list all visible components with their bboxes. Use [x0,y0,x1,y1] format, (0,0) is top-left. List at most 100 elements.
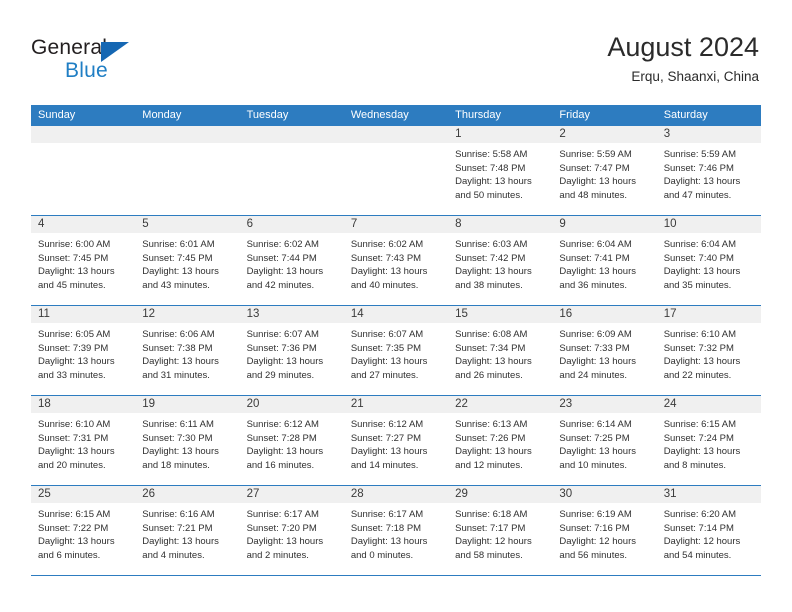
day-number-band [552,216,657,234]
daylight-text-line2: and 48 minutes. [559,189,628,201]
day-number: 17 [663,308,677,320]
daylight-text-line2: and 54 minutes. [663,549,732,561]
sunset-text: Sunset: 7:22 PM [38,522,109,534]
calendar-day-cell[interactable]: 16 Sunrise: 6:09 AM Sunset: 7:33 PM Dayligh… [552,306,657,395]
daylight-text-line1: Daylight: 13 hours [455,266,532,278]
sunset-text: Sunset: 7:20 PM [246,522,317,534]
calendar-day-cell[interactable]: 5 Sunrise: 6:01 AM Sunset: 7:45 PM Daylight… [135,216,240,305]
daylight-text-line2: and 33 minutes. [38,369,106,381]
daylight-text-line2: and 29 minutes. [246,369,315,381]
day-number-band [135,126,240,144]
calendar-week-row: 1 Sunrise: 5:58 AM Sunset: 7:48 PM Daylight… [31,126,761,216]
day-number: 9 [559,218,566,230]
calendar-day-cell[interactable]: 24 Sunrise: 6:15 AM Sunset: 7:24 PM Dayligh… [656,396,761,485]
calendar-week-row: 11 Sunrise: 6:05 AM Sunset: 7:39 PM Dayligh… [31,306,761,396]
day-number-band [343,126,449,144]
daylight-text-line1: Daylight: 13 hours [350,536,428,548]
day-details: Sunrise: 6:02 AM Sunset: 7:44 PM Daylight:… [240,234,344,292]
day-number: 22 [455,398,468,410]
daylight-text-line2: and 50 minutes. [455,189,523,201]
sunset-text: Sunset: 7:30 PM [142,432,213,444]
daylight-text-line1: Daylight: 13 hours [663,176,741,188]
logo-text-general: General [31,36,108,59]
daylight-text-line2: and 14 minutes. [350,459,419,471]
day-number: 6 [246,218,253,230]
day-number-band [448,216,553,234]
daylight-text-line1: Daylight: 13 hours [455,446,532,458]
day-number-band [552,126,657,144]
daylight-text-line1: Daylight: 13 hours [246,446,324,458]
weekday-header-saturday: Saturday [663,109,708,121]
day-details: Sunrise: 6:13 AM Sunset: 7:26 PM Daylight:… [448,414,552,472]
day-number: 27 [246,488,260,500]
calendar-day-cell[interactable]: 30 Sunrise: 6:19 AM Sunset: 7:16 PM Dayligh… [552,486,657,575]
calendar-day-cell[interactable]: 18 Sunrise: 6:10 AM Sunset: 7:31 PM Dayligh… [31,396,136,485]
day-details: Sunrise: 6:08 AM Sunset: 7:34 PM Daylight:… [448,324,552,382]
daylight-text-line2: and 4 minutes. [142,549,205,561]
title-block: August 2024 Erqu, Shaanxi, China [607,30,759,87]
calendar-day-cell[interactable]: 27 Sunrise: 6:17 AM Sunset: 7:20 PM Dayligh… [239,486,344,575]
calendar-day-cell[interactable]: 22 Sunrise: 6:13 AM Sunset: 7:26 PM Dayligh… [448,396,553,485]
day-details: Sunrise: 6:17 AM Sunset: 7:20 PM Daylight:… [240,504,344,562]
calendar-day-cell[interactable]: 10 Sunrise: 6:04 AM Sunset: 7:40 PM Dayligh… [656,216,761,305]
day-details: Sunrise: 6:00 AM Sunset: 7:45 PM Daylight:… [31,234,135,292]
calendar-day-cell[interactable]: 28 Sunrise: 6:17 AM Sunset: 7:18 PM Dayligh… [343,486,449,575]
calendar-day-cell[interactable]: 3 Sunrise: 5:59 AM Sunset: 7:46 PM Daylight… [656,126,761,215]
daylight-text-line1: Daylight: 13 hours [38,356,115,368]
calendar-day-cell[interactable]: 29 Sunrise: 6:18 AM Sunset: 7:17 PM Dayligh… [448,486,553,575]
day-details: Sunrise: 6:04 AM Sunset: 7:40 PM Daylight:… [657,234,761,292]
daylight-text-line2: and 35 minutes. [663,279,732,291]
sunset-text: Sunset: 7:38 PM [142,342,213,354]
calendar-day-cell[interactable]: 20 Sunrise: 6:12 AM Sunset: 7:28 PM Dayligh… [239,396,344,485]
daylight-text-line1: Daylight: 13 hours [142,356,219,368]
daylight-text-line1: Daylight: 13 hours [38,536,115,548]
calendar-day-cell[interactable]: 13 Sunrise: 6:07 AM Sunset: 7:36 PM Dayligh… [239,306,344,395]
calendar-day-cell[interactable]: 9 Sunrise: 6:04 AM Sunset: 7:41 PM Daylight… [552,216,657,305]
day-details: Sunrise: 6:20 AM Sunset: 7:14 PM Daylight:… [657,504,761,562]
general-blue-logo[interactable]: General Blue [31,36,231,86]
sunset-text: Sunset: 7:16 PM [559,522,630,534]
calendar-day-cell[interactable]: 17 Sunrise: 6:10 AM Sunset: 7:32 PM Dayligh… [656,306,761,395]
calendar-day-cell[interactable]: 19 Sunrise: 6:11 AM Sunset: 7:30 PM Dayligh… [135,396,240,485]
day-number: 3 [663,128,671,140]
calendar-day-cell[interactable]: 8 Sunrise: 6:03 AM Sunset: 7:42 PM Daylight… [448,216,553,305]
weekday-header-tuesday: Tuesday [246,109,289,121]
sunrise-text: Sunrise: 6:04 AM [559,239,632,250]
sunset-text: Sunset: 7:46 PM [663,162,734,174]
calendar-day-cell[interactable]: 14 Sunrise: 6:07 AM Sunset: 7:35 PM Dayligh… [343,306,449,395]
day-number: 24 [663,398,677,410]
calendar-day-cell[interactable]: 26 Sunrise: 6:16 AM Sunset: 7:21 PM Dayligh… [135,486,240,575]
calendar-day-cell[interactable]: 21 Sunrise: 6:12 AM Sunset: 7:27 PM Dayligh… [343,396,449,485]
day-number-band [656,126,761,144]
daylight-text-line1: Daylight: 13 hours [246,266,324,278]
calendar-day-cell[interactable]: 4 Sunrise: 6:00 AM Sunset: 7:45 PM Daylight… [31,216,136,305]
day-details: Sunrise: 6:14 AM Sunset: 7:25 PM Daylight:… [552,414,656,472]
calendar-day-cell[interactable]: 23 Sunrise: 6:14 AM Sunset: 7:25 PM Dayligh… [552,396,657,485]
sunrise-text: Sunrise: 6:08 AM [455,329,528,340]
daylight-text-line1: Daylight: 13 hours [663,446,741,458]
calendar-day-cell[interactable]: 31 Sunrise: 6:20 AM Sunset: 7:14 PM Dayligh… [656,486,761,575]
sunrise-text: Sunrise: 6:06 AM [142,329,215,340]
sunrise-text: Sunrise: 6:11 AM [142,419,214,430]
calendar-day-cell[interactable]: 1 Sunrise: 5:58 AM Sunset: 7:48 PM Daylight… [448,126,553,215]
day-number: 1 [455,128,462,140]
day-number: 21 [350,398,364,410]
calendar-day-cell[interactable]: 11 Sunrise: 6:05 AM Sunset: 7:39 PM Dayligh… [31,306,136,395]
calendar-day-cell[interactable]: 7 Sunrise: 6:02 AM Sunset: 7:43 PM Daylight… [343,216,449,305]
weekday-header-friday: Friday [559,109,590,121]
day-details: Sunrise: 6:03 AM Sunset: 7:42 PM Daylight:… [448,234,552,292]
calendar-day-cell[interactable]: 6 Sunrise: 6:02 AM Sunset: 7:44 PM Daylight… [239,216,344,305]
daylight-text-line2: and 24 minutes. [559,369,628,381]
sunset-text: Sunset: 7:28 PM [246,432,317,444]
calendar-day-cell[interactable]: 15 Sunrise: 6:08 AM Sunset: 7:34 PM Dayligh… [448,306,553,395]
sunset-text: Sunset: 7:44 PM [246,252,317,264]
sunrise-text: Sunrise: 5:59 AM [663,149,737,160]
day-details: Sunrise: 6:09 AM Sunset: 7:33 PM Daylight:… [552,324,656,382]
day-number: 25 [38,488,51,500]
sunset-text: Sunset: 7:25 PM [559,432,630,444]
daylight-text-line2: and 8 minutes. [663,459,727,471]
calendar-day-cell[interactable]: 12 Sunrise: 6:06 AM Sunset: 7:38 PM Dayligh… [135,306,240,395]
calendar-day-cell[interactable]: 2 Sunrise: 5:59 AM Sunset: 7:47 PM Daylight… [552,126,657,215]
calendar-day-cell[interactable]: 25 Sunrise: 6:15 AM Sunset: 7:22 PM Dayligh… [31,486,136,575]
sunrise-text: Sunrise: 6:20 AM [663,509,737,520]
